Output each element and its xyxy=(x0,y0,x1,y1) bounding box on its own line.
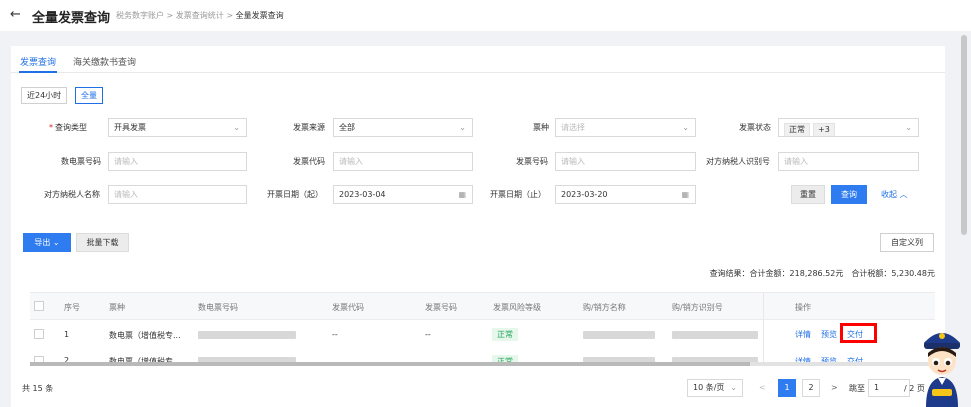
jump-label: 跳至 xyxy=(849,384,865,393)
table-horizontal-scrollbar[interactable] xyxy=(30,362,935,366)
assistant-mascot-icon[interactable] xyxy=(918,323,966,407)
breadcrumb-separator: > xyxy=(226,11,234,20)
next-page-button[interactable]: > xyxy=(831,383,838,392)
prev-page-button[interactable]: < xyxy=(759,383,766,392)
chevron-down-icon: ⌄ xyxy=(730,383,737,392)
scrollbar-thumb[interactable] xyxy=(30,362,750,366)
breadcrumb-current: 全量发票查询 xyxy=(235,11,284,20)
page-2-button[interactable]: 2 xyxy=(802,379,820,397)
breadcrumb-separator: > xyxy=(166,11,174,20)
page-title: 全量发票查询 xyxy=(32,11,111,26)
pagination-bar: 共 15 条 10 条/页 ⌄ < 1 2 > 跳至 1 / 2 页 xyxy=(11,371,945,407)
main-card: 发票查询 海关缴款书查询 近24小时 全量 * 查询类型 开具发票 ⌄ 发票来源 全… xyxy=(11,46,945,407)
breadcrumb-item[interactable]: 发票查询统计 xyxy=(176,11,224,20)
page-size-select[interactable]: 10 条/页 ⌄ xyxy=(687,379,743,397)
table-row: 2 数电票（增值税专... 正常 详情 预览 交付 xyxy=(11,46,945,364)
total-count: 共 15 条 xyxy=(22,384,54,393)
page-scrollbar[interactable] xyxy=(961,35,967,235)
back-arrow-icon[interactable]: ← xyxy=(10,7,21,22)
page-1-button[interactable]: 1 xyxy=(778,379,796,397)
top-bar: ← 全量发票查询 税务数字账户 > 发票查询统计 > 全量发票查询 xyxy=(0,0,971,31)
highlight-box xyxy=(840,323,877,343)
breadcrumb-item[interactable]: 税务数字账户 xyxy=(116,11,164,20)
breadcrumb: 税务数字账户 > 发票查询统计 > 全量发票查询 xyxy=(116,10,284,21)
